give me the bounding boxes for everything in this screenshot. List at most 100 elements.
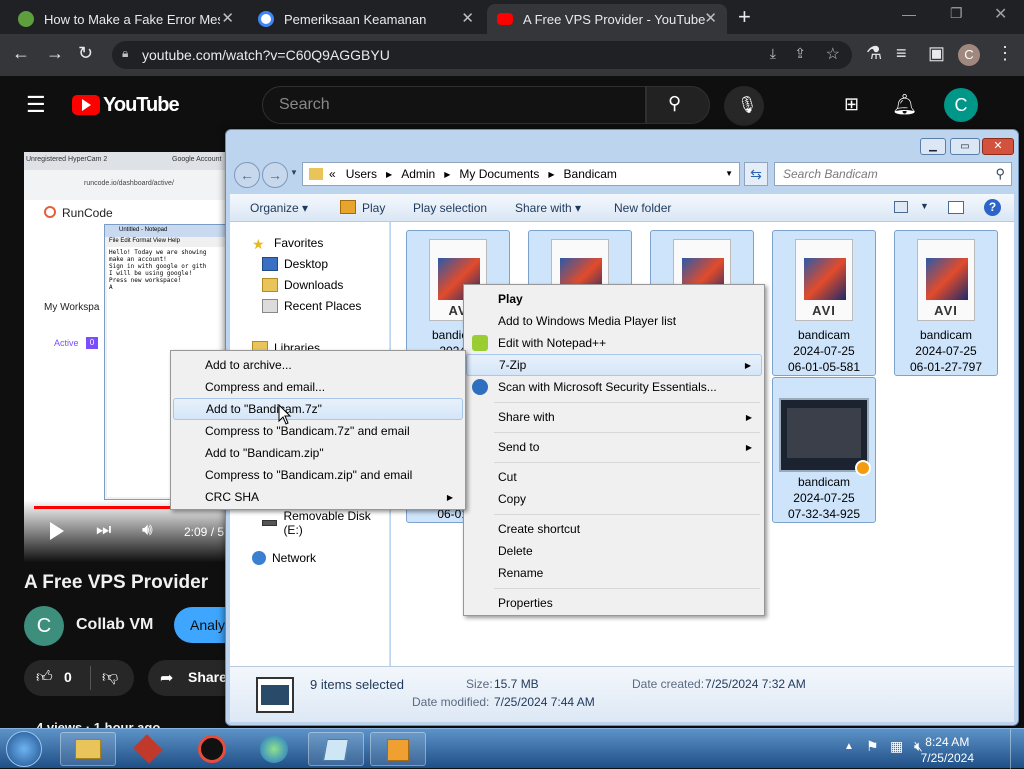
show-desktop-button[interactable] [1010, 729, 1024, 769]
new-tab-icon[interactable]: + [738, 4, 751, 30]
install-icon[interactable]: ⤓ [770, 45, 776, 62]
youtube-search-button[interactable]: ⚲ [646, 86, 710, 124]
breadcrumb-users[interactable]: Users [346, 167, 377, 181]
menu-copy[interactable]: Copy [466, 488, 762, 510]
menu-send-to[interactable]: Send to ▶ [466, 436, 762, 458]
notifications-bell-icon[interactable]: 🔔︎ [892, 92, 917, 117]
taskbar-media-button[interactable] [370, 732, 426, 766]
channel-name[interactable]: Collab VM [76, 616, 153, 634]
tab-fake-error[interactable]: How to Make a Fake Error Messa ✕ [8, 4, 244, 34]
breadcrumb-bandicam[interactable]: Bandicam [564, 167, 617, 181]
recent-pages-chevron-icon[interactable]: ▼ [290, 168, 298, 177]
menu-add-to-wmp[interactable]: Add to Windows Media Player list [466, 310, 762, 332]
forward-icon[interactable]: → [46, 43, 64, 64]
nav-downloads[interactable]: Downloads [262, 278, 343, 292]
help-icon[interactable]: ? [984, 199, 1001, 216]
explorer-minimize-button[interactable]: ▁ [920, 138, 946, 155]
nav-desktop[interactable]: Desktop [262, 257, 328, 271]
menu-delete[interactable]: Delete [466, 540, 762, 562]
bandicam-app-icon[interactable] [198, 735, 226, 763]
network-status-icon[interactable]: ▦ [890, 738, 903, 755]
volume-icon[interactable]: 🔊︎ [142, 520, 153, 540]
minimize-icon[interactable]: — [902, 6, 916, 22]
file-item[interactable]: bandicam 2024-07-25 07-32-34-925 [772, 377, 876, 523]
zip-compress-7z-email[interactable]: Compress to "Bandicam.7z" and email [173, 420, 463, 442]
browser-app-icon[interactable] [260, 735, 288, 763]
reload-icon[interactable]: ↻ [78, 43, 93, 64]
preview-pane-icon[interactable] [948, 201, 964, 214]
chrome-menu-icon[interactable]: ⋮ [996, 43, 1014, 64]
tab-youtube[interactable]: A Free VPS Provider - YouTube ✕ [487, 4, 727, 34]
close-tab-icon[interactable]: ✕ [221, 9, 234, 27]
menu-cut[interactable]: Cut [466, 466, 762, 488]
breadcrumb-separator-icon[interactable]: ▶ [386, 170, 392, 179]
organize-button[interactable]: Organize ▾ [250, 201, 308, 215]
menu-edit-notepadpp[interactable]: Edit with Notepad++ [466, 332, 762, 354]
address-dropdown-icon[interactable]: ▼ [725, 169, 733, 178]
view-options-chevron-icon[interactable]: ▼ [920, 201, 929, 211]
close-window-icon[interactable]: ✕ [994, 4, 1007, 24]
labs-flask-icon[interactable]: ⚗ [866, 43, 882, 64]
restore-icon[interactable]: ❐ [950, 5, 963, 22]
taskbar-notepad-button[interactable] [308, 732, 364, 766]
menu-scan-mse[interactable]: Scan with Microsoft Security Essentials.… [466, 376, 762, 398]
system-clock[interactable]: 8:24 AM 7/25/2024 [921, 734, 974, 766]
explorer-close-button[interactable]: ✕ [982, 138, 1014, 155]
breadcrumb-separator-icon[interactable]: ▶ [548, 170, 554, 179]
analytics-button[interactable]: Analy [174, 607, 230, 643]
zip-crc-sha[interactable]: CRC SHA ▶ [173, 486, 463, 508]
file-item[interactable]: AVI bandicam 2024-07-25 06-01-27-797 [894, 230, 998, 376]
profile-avatar[interactable]: C [958, 44, 980, 66]
account-avatar[interactable]: C [944, 88, 978, 122]
share-page-icon[interactable]: ⇪ [794, 45, 806, 62]
menu-share-with[interactable]: Share with ▶ [466, 406, 762, 428]
close-tab-icon[interactable]: ✕ [704, 9, 717, 27]
zip-add-to-archive[interactable]: Add to archive... [173, 354, 463, 376]
winrar-app-icon[interactable] [133, 734, 163, 764]
menu-7zip[interactable]: 7-Zip ▶ [466, 354, 762, 376]
share-button[interactable]: ➦ Share [148, 660, 228, 696]
bookmark-star-icon[interactable]: ☆ [826, 44, 840, 64]
back-icon[interactable]: ← [12, 43, 30, 64]
explorer-maximize-button[interactable]: ▭ [950, 138, 980, 155]
explorer-back-button[interactable]: ← [234, 162, 260, 188]
taskbar-explorer-button[interactable] [60, 732, 116, 766]
zip-add-to-zip[interactable]: Add to "Bandicam.zip" [173, 442, 463, 464]
channel-avatar[interactable]: C [24, 606, 64, 646]
create-video-icon[interactable]: ⊞ [844, 94, 859, 115]
refresh-icon[interactable]: ⇆ [744, 162, 768, 186]
breadcrumb-admin[interactable]: Admin [401, 167, 435, 181]
menu-play[interactable]: Play [466, 288, 762, 310]
close-tab-icon[interactable]: ✕ [461, 9, 474, 27]
play-button[interactable]: Play [362, 201, 385, 215]
nav-network[interactable]: Network [252, 551, 316, 565]
change-view-icon[interactable] [894, 201, 908, 213]
action-center-flag-icon[interactable]: ⚑ [866, 738, 879, 755]
nav-removable-disk[interactable]: Removable Disk (E:) [262, 509, 389, 537]
nav-recent-places[interactable]: Recent Places [262, 299, 361, 313]
next-icon[interactable]: ⏭︎ [96, 520, 111, 540]
explorer-forward-button[interactable]: → [262, 162, 288, 188]
explorer-search-input[interactable]: Search Bandicam ⚲ [774, 162, 1012, 186]
thumbs-down-icon[interactable]: 👎︎ [102, 668, 118, 687]
menu-properties[interactable]: Properties [466, 592, 762, 614]
side-panel-icon[interactable]: ▣ [928, 43, 945, 64]
youtube-wordmark[interactable]: YouTube [103, 94, 180, 117]
breadcrumb-overflow-icon[interactable]: « [329, 167, 336, 181]
file-item[interactable]: AVI bandicam 2024-07-25 06-01-05-581 [772, 230, 876, 376]
tab-security-check[interactable]: Pemeriksaan Keamanan ✕ [248, 4, 484, 34]
youtube-search-input[interactable]: Search [262, 86, 646, 124]
hamburger-menu-icon[interactable]: ☰ [26, 92, 46, 118]
address-bar[interactable]: 🔒︎ youtube.com/watch?v=C60Q9AGGBYU ⤓ ⇪ ☆ [112, 41, 852, 69]
zip-add-to-7z[interactable]: Add to "Bandicam.7z" [173, 398, 463, 420]
zip-compress-zip-email[interactable]: Compress to "Bandicam.zip" and email [173, 464, 463, 486]
explorer-address-bar[interactable]: « Users ▶ Admin ▶ My Documents ▶ Bandica… [302, 162, 740, 186]
media-queue-icon[interactable]: ≡ [896, 43, 907, 64]
menu-rename[interactable]: Rename [466, 562, 762, 584]
play-selection-button[interactable]: Play selection [413, 201, 487, 215]
new-folder-button[interactable]: New folder [614, 201, 671, 215]
zip-compress-email[interactable]: Compress and email... [173, 376, 463, 398]
menu-create-shortcut[interactable]: Create shortcut [466, 518, 762, 540]
share-with-button[interactable]: Share with ▾ [515, 201, 581, 215]
breadcrumb-my-documents[interactable]: My Documents [459, 167, 539, 181]
